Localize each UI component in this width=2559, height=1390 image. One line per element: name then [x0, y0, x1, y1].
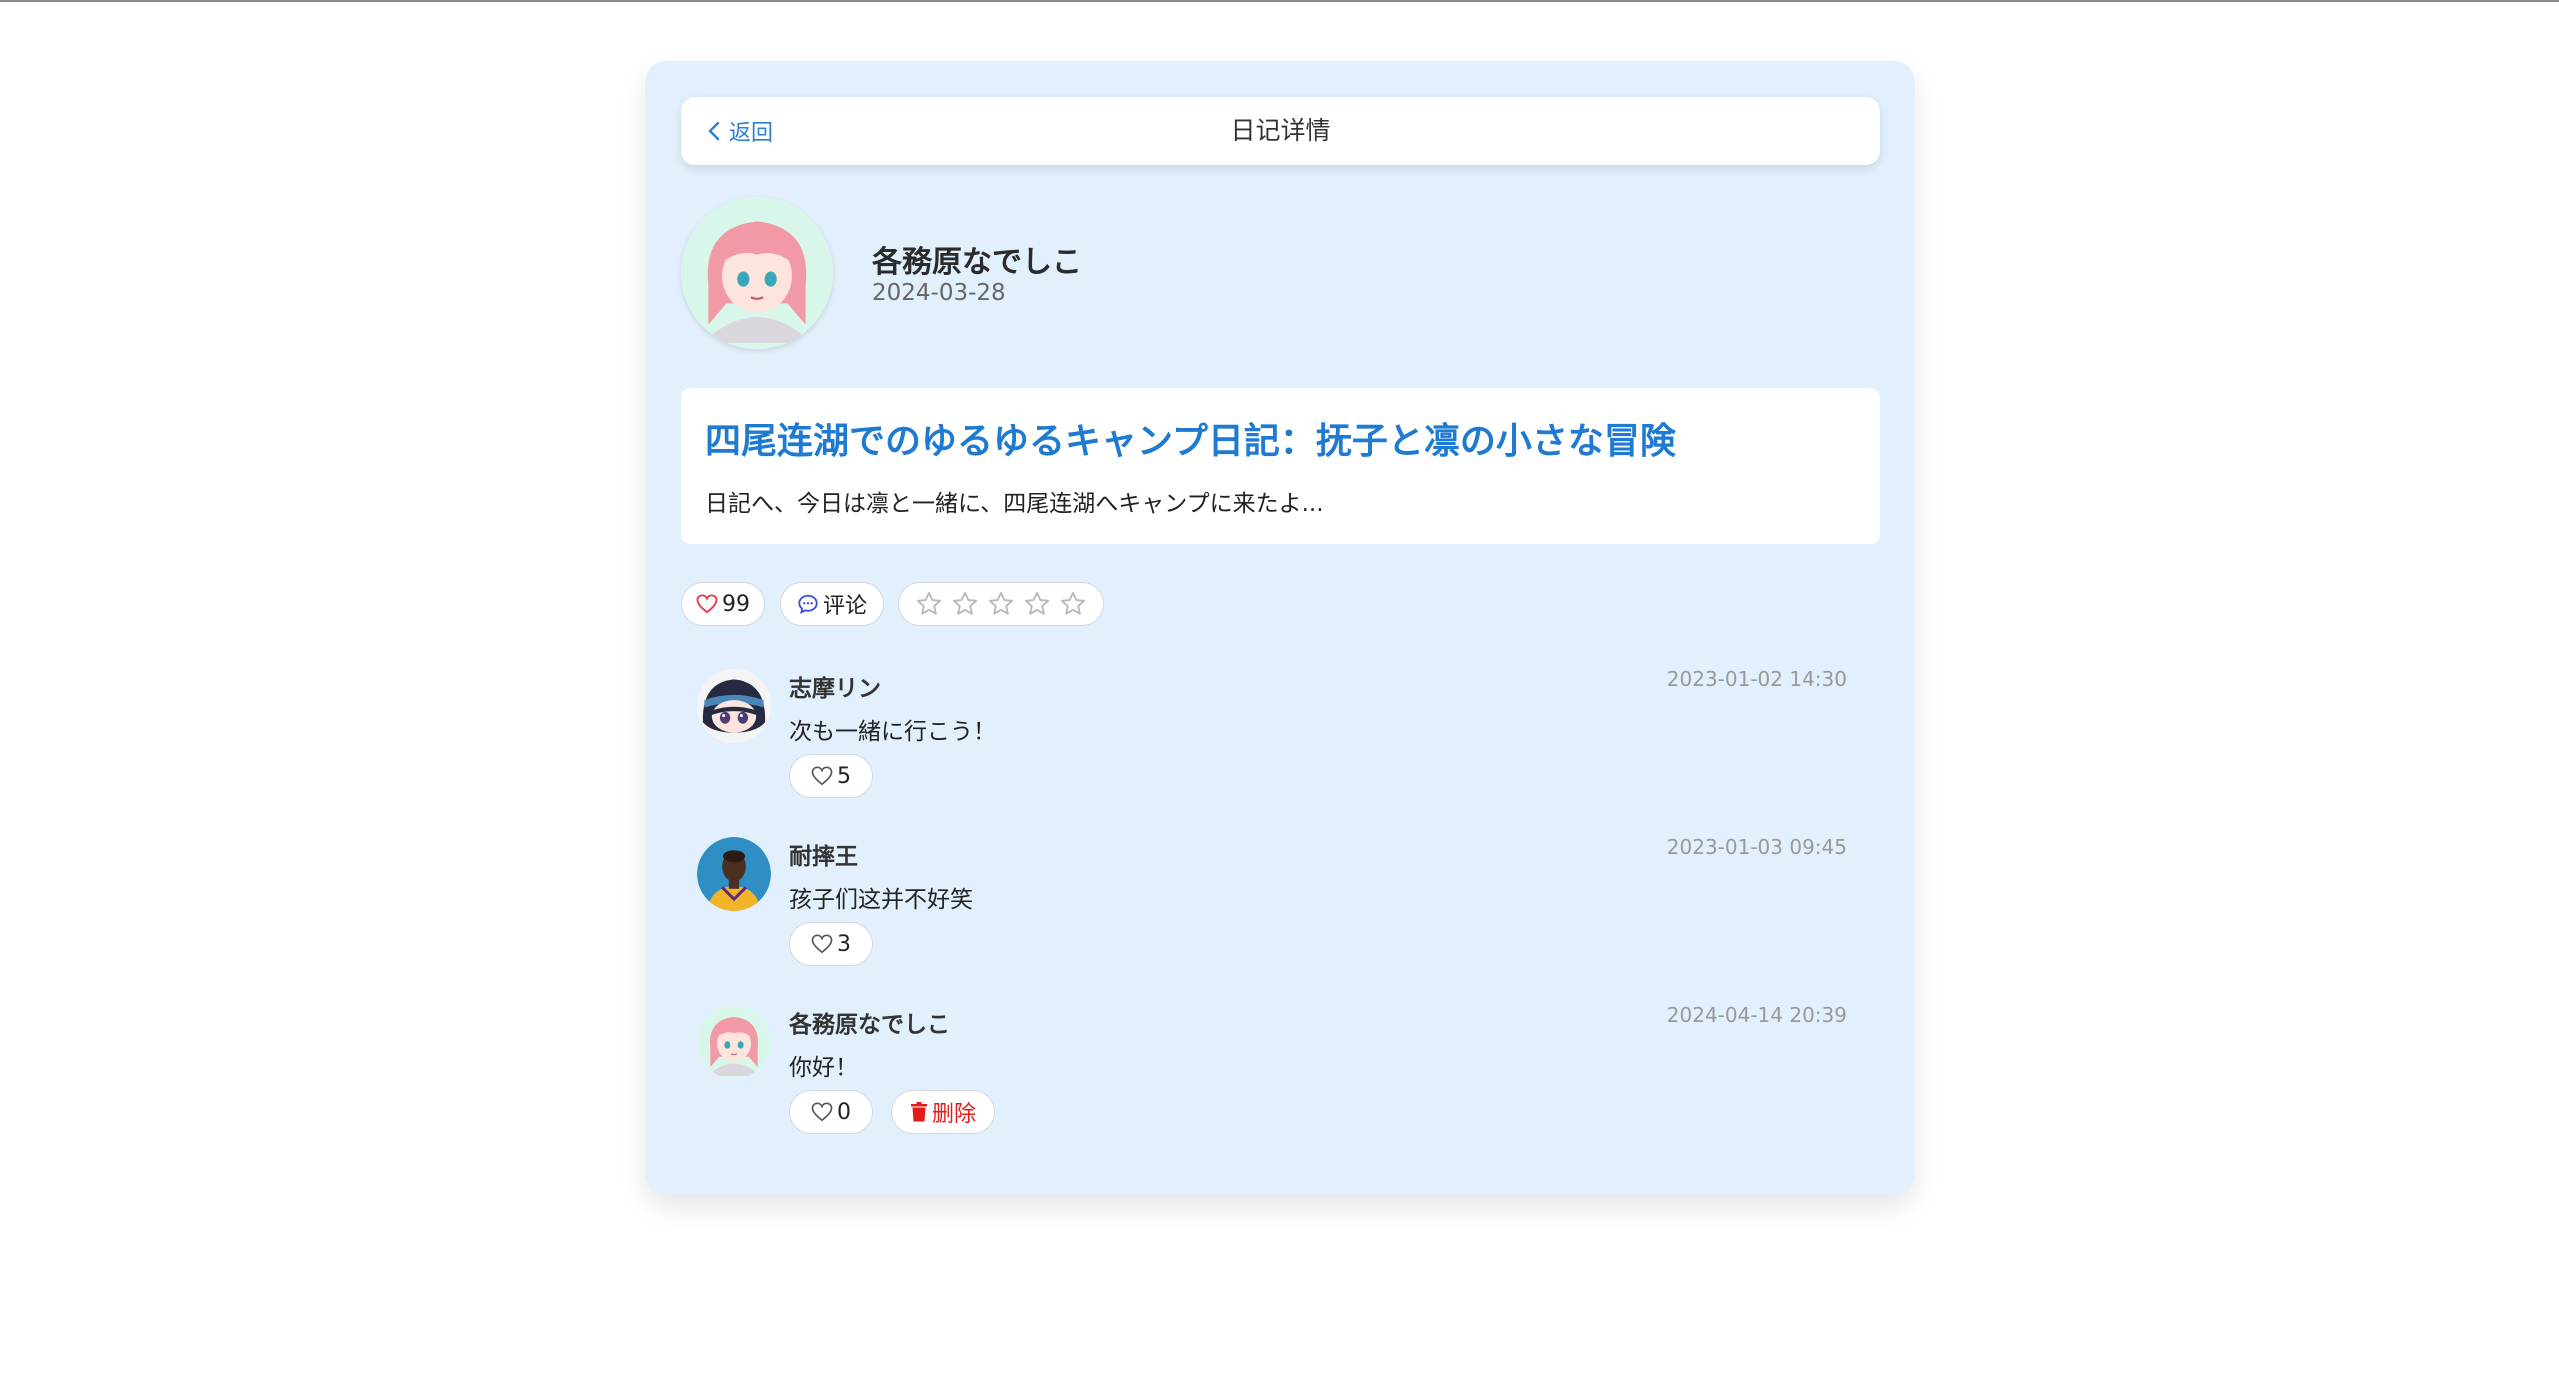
- heart-icon: [811, 934, 833, 954]
- shima-rin-avatar: [697, 669, 771, 743]
- comment-text: 你好！: [789, 1055, 858, 1081]
- star-rating[interactable]: [898, 582, 1104, 626]
- star-icon-5[interactable]: [1059, 590, 1087, 618]
- heart-icon: [696, 594, 718, 614]
- diary-content-box: 四尾连湖でのゆるゆるキャンプ日記：抚子と凛の小さな冒険 日記へ、今日は凛と一緒に…: [681, 388, 1880, 544]
- comment-user-name: 耐摔王: [789, 844, 858, 870]
- comment-time: 2023-01-02 14:30: [1666, 667, 1847, 691]
- heart-icon: [811, 766, 833, 786]
- comment-user-name: 各務原なでしこ: [789, 1012, 950, 1038]
- comment-time: 2024-04-14 20:39: [1666, 1003, 1847, 1027]
- comment-label: 评论: [822, 594, 867, 619]
- delete-label: 删除: [931, 1102, 976, 1127]
- star-icon-3[interactable]: [987, 590, 1015, 618]
- comment-item: 各務原なでしこ 2024-04-14 20:39 你好！ 0 删除: [697, 995, 1847, 1145]
- window-top-border: [0, 0, 2559, 2]
- diary-title: 四尾连湖でのゆるゆるキャンプ日記：抚子と凛の小さな冒険: [705, 421, 1676, 462]
- comment-button[interactable]: 评论: [780, 582, 884, 626]
- comment-avatar[interactable]: [697, 669, 771, 743]
- comment-like-count: 5: [837, 763, 851, 789]
- comment-like-count: 0: [837, 1099, 851, 1125]
- author-date: 2024-03-28: [872, 280, 1006, 306]
- comment-like-button[interactable]: 0: [789, 1090, 873, 1134]
- heart-icon: [811, 1102, 833, 1122]
- author-avatar[interactable]: [681, 197, 833, 349]
- comment-like-button[interactable]: 3: [789, 922, 873, 966]
- comment-avatar[interactable]: [697, 1005, 771, 1079]
- star-icon-2[interactable]: [951, 590, 979, 618]
- trash-icon: [910, 1102, 927, 1122]
- star-icon-4[interactable]: [1023, 590, 1051, 618]
- comment-item: 耐摔王 2023-01-03 09:45 孩子们这并不好笑 3: [697, 827, 1847, 977]
- star-icon-1[interactable]: [915, 590, 943, 618]
- diary-detail-card: 返回 日记详情 各務原なでしこ 2024-03-28 四尾连湖でのゆるゆるキャン…: [645, 61, 1915, 1195]
- page-title: 日记详情: [1230, 116, 1331, 145]
- nadeshiko-avatar: [697, 1005, 771, 1079]
- diary-excerpt: 日記へ、今日は凛と一緒に、四尾连湖へキャンプに来たよ...: [705, 491, 1324, 517]
- author-name: 各務原なでしこ: [872, 245, 1082, 280]
- comment-user-name: 志摩リン: [789, 676, 881, 702]
- delete-comment-button[interactable]: 删除: [891, 1090, 995, 1134]
- comment-like-button[interactable]: 5: [789, 754, 873, 798]
- comment-avatar[interactable]: [697, 837, 771, 911]
- basketball-player-avatar: [697, 837, 771, 911]
- comment-text: 孩子们这并不好笑: [789, 887, 973, 913]
- nadeshiko-avatar: [681, 197, 833, 349]
- like-button[interactable]: 99: [681, 582, 765, 626]
- comment-bubble-icon: [798, 594, 818, 614]
- comment-item: 志摩リン 2023-01-02 14:30 次も一緒に行こう！ 5: [697, 659, 1847, 809]
- comment-like-count: 3: [837, 931, 851, 957]
- comment-time: 2023-01-03 09:45: [1666, 835, 1847, 859]
- comment-text: 次も一緒に行こう！: [789, 719, 996, 745]
- like-count: 99: [722, 591, 750, 617]
- header-bar: 返回 日记详情: [681, 97, 1880, 165]
